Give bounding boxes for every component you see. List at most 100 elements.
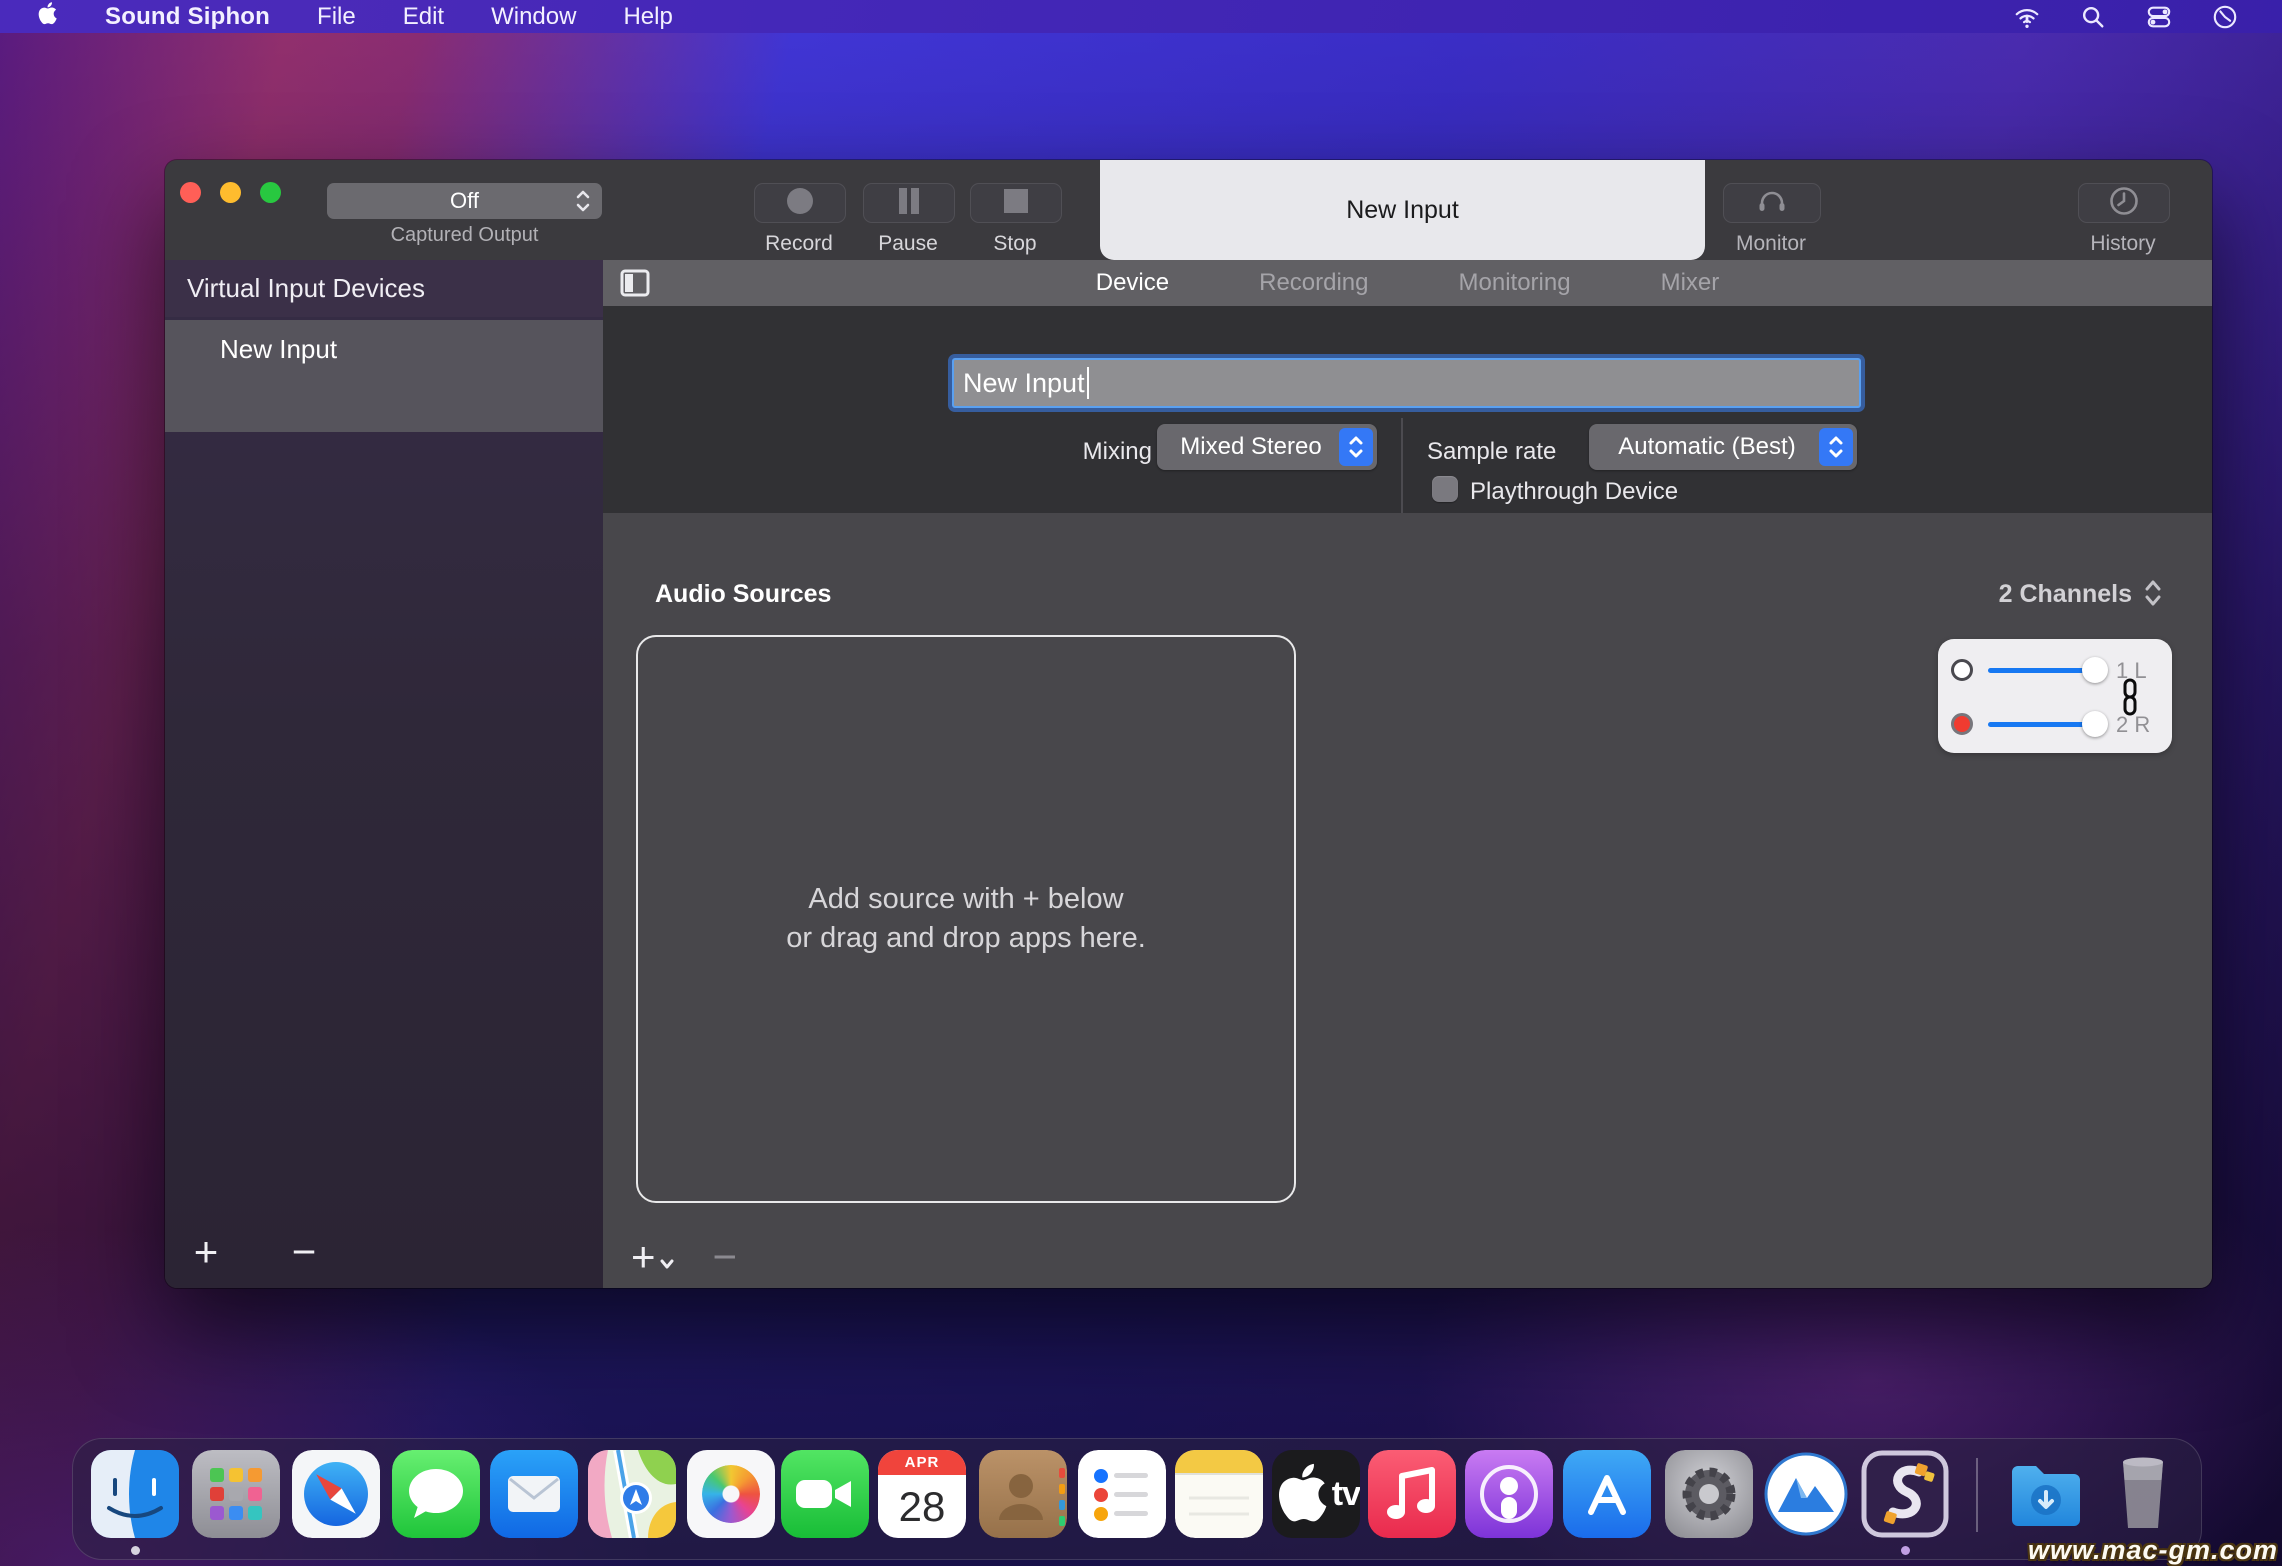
popup-stepper-icon (1339, 428, 1373, 466)
popup-stepper-icon (574, 188, 592, 220)
menu-bar: Sound Siphon File Edit Window Help (0, 0, 2282, 33)
tab-device[interactable]: Device (1094, 263, 1171, 303)
dock-messages-icon[interactable] (392, 1450, 480, 1538)
document-tab-new-input[interactable]: New Input (1100, 160, 1705, 260)
menu-file[interactable]: File (317, 3, 356, 31)
dock-notes-icon[interactable] (1175, 1450, 1263, 1538)
stop-button[interactable] (970, 183, 1062, 223)
form-divider (1401, 418, 1403, 514)
device-panel: New Input Mixing Mixed Stereo Sample rat… (603, 306, 2212, 513)
sidebar-section-header: Virtual Input Devices (165, 260, 603, 317)
channel-2-slider-knob[interactable] (2082, 711, 2108, 737)
dock-mail-icon[interactable] (490, 1450, 578, 1538)
channels-count-value: 2 Channels (1999, 580, 2132, 609)
finder-running-indicator (131, 1546, 140, 1555)
dock-podcasts-icon[interactable] (1465, 1450, 1553, 1538)
history-clock-icon (2107, 184, 2141, 223)
dock-app-cleaner-icon[interactable] (1762, 1450, 1850, 1538)
add-device-button[interactable]: + (179, 1228, 233, 1276)
spotlight-search-icon[interactable] (2080, 4, 2106, 30)
minimize-window-button[interactable] (220, 182, 241, 203)
minus-icon: − (292, 1231, 317, 1273)
drop-hint-line2: or drag and drop apps here. (786, 922, 1146, 955)
dock-launchpad-icon[interactable] (192, 1450, 280, 1538)
menu-window[interactable]: Window (491, 3, 576, 31)
remove-source-button[interactable]: − (713, 1236, 738, 1278)
dock-safari-icon[interactable] (292, 1450, 380, 1538)
channels-stepper[interactable] (2142, 577, 2164, 614)
watermark-text: www.mac-gm.com (2028, 1535, 2278, 1566)
dock-app-store-icon[interactable] (1563, 1450, 1651, 1538)
text-caret (1087, 367, 1089, 399)
record-icon (784, 185, 816, 222)
playthrough-label: Playthrough Device (1470, 478, 1678, 506)
menu-help[interactable]: Help (623, 3, 672, 31)
menu-edit[interactable]: Edit (403, 3, 444, 31)
dock-contacts-icon[interactable] (979, 1450, 1067, 1538)
playthrough-checkbox[interactable] (1432, 476, 1458, 502)
history-label: History (2078, 232, 2168, 256)
remove-device-button[interactable]: − (277, 1228, 331, 1276)
tv-label: tv (1332, 1475, 1360, 1514)
tab-monitoring[interactable]: Monitoring (1457, 263, 1573, 303)
dock-separator (1976, 1458, 1978, 1532)
pause-icon (893, 185, 925, 222)
plus-icon: + (194, 1231, 219, 1273)
dock-music-icon[interactable] (1368, 1450, 1456, 1538)
sample-rate-label: Sample rate (1427, 438, 1556, 466)
minus-icon: − (713, 1233, 738, 1280)
sample-rate-popup[interactable]: Automatic (Best) (1589, 424, 1857, 470)
sources-drop-zone[interactable]: Add source with + below or drag and drop… (636, 635, 1296, 1203)
window-toolbar: Off Captured Output Record Pause Stop (165, 160, 2212, 260)
sound-siphon-window: Off Captured Output Record Pause Stop (165, 160, 2212, 1288)
tab-recording[interactable]: Recording (1257, 263, 1370, 303)
dock-sound-siphon-icon[interactable] (1861, 1450, 1949, 1538)
headphones-icon (1754, 185, 1790, 222)
monitor-button[interactable] (1723, 183, 1821, 223)
popup-stepper-icon (1819, 428, 1853, 466)
channel-2-indicator[interactable] (1951, 713, 1973, 735)
dock-finder-icon[interactable] (91, 1450, 179, 1538)
view-tabs: Device Recording Monitoring Mixer (603, 260, 2212, 306)
dock-system-preferences-icon[interactable] (1665, 1450, 1753, 1538)
calendar-day: 28 (878, 1476, 966, 1538)
dock-facetime-icon[interactable] (781, 1450, 869, 1538)
apple-menu-icon[interactable] (36, 0, 58, 33)
dock-calendar-icon[interactable]: APR 28 (878, 1450, 966, 1538)
dock-trash-icon[interactable] (2099, 1450, 2187, 1538)
channel-link-icon[interactable] (2121, 678, 2139, 721)
channel-1-indicator[interactable] (1951, 659, 1973, 681)
wifi-alert-icon[interactable] (2014, 4, 2040, 30)
calendar-month: APR (878, 1450, 966, 1475)
clock-icon[interactable] (2212, 4, 2238, 30)
dock-photos-icon[interactable] (687, 1450, 775, 1538)
mixing-label: Mixing (1062, 438, 1152, 466)
sidebar-item-new-input[interactable]: New Input (165, 320, 603, 432)
drop-hint-line1: Add source with + below (808, 883, 1123, 916)
device-name-input[interactable]: New Input (952, 358, 1861, 408)
stop-icon (1000, 185, 1032, 222)
dock-maps-icon[interactable] (588, 1450, 676, 1538)
history-button[interactable] (2078, 183, 2170, 223)
dock-downloads-folder-icon[interactable] (2002, 1450, 2090, 1538)
record-label: Record (754, 232, 844, 256)
channel-meter-panel: 1 L 2 R (1938, 639, 2172, 753)
add-source-button[interactable]: + (631, 1236, 675, 1278)
sources-actions: + − (631, 1236, 737, 1278)
view-tab-strip: Device Recording Monitoring Mixer (603, 260, 2212, 306)
audio-sources-title: Audio Sources (655, 580, 831, 609)
mixing-popup[interactable]: Mixed Stereo (1157, 424, 1377, 470)
pause-button[interactable] (863, 183, 955, 223)
dock-apple-tv-icon[interactable]: tv (1272, 1450, 1360, 1538)
record-button[interactable] (754, 183, 846, 223)
control-center-icon[interactable] (2146, 4, 2172, 30)
captured-output-popup[interactable]: Off (327, 183, 602, 219)
dock-reminders-icon[interactable] (1078, 1450, 1166, 1538)
menu-app-name[interactable]: Sound Siphon (105, 3, 270, 31)
audio-sources-panel: Audio Sources 2 Channels Add source with… (603, 513, 2212, 1288)
desktop: Sound Siphon File Edit Window Help (0, 0, 2282, 1566)
zoom-window-button[interactable] (260, 182, 281, 203)
tab-mixer[interactable]: Mixer (1659, 263, 1722, 303)
channel-1-slider-knob[interactable] (2082, 657, 2108, 683)
close-window-button[interactable] (180, 182, 201, 203)
